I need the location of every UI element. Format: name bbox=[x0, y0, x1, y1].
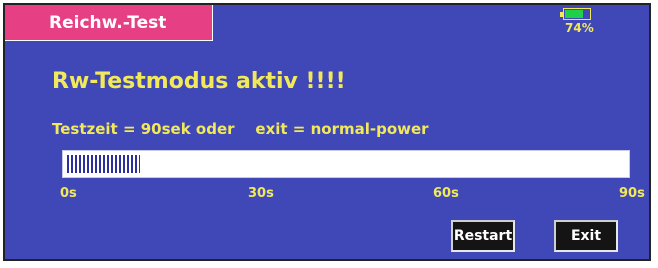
test-info-line: Testzeit = 90sek oder exit = normal-powe… bbox=[52, 120, 429, 138]
progress-label-90s: 90s bbox=[619, 186, 645, 201]
progress-label-30s: 30s bbox=[248, 186, 274, 201]
test-progress-bar bbox=[62, 150, 630, 178]
battery-icon bbox=[560, 8, 591, 20]
exit-info-text: exit = normal-power bbox=[255, 120, 429, 138]
screen-title: Reichw.-Test bbox=[49, 12, 167, 33]
test-progress-fill bbox=[67, 155, 140, 173]
restart-button[interactable]: Restart bbox=[451, 220, 515, 252]
battery-indicator: 74% bbox=[559, 8, 599, 35]
exit-button[interactable]: Exit bbox=[554, 220, 618, 252]
progress-label-0s: 0s bbox=[60, 186, 77, 201]
progress-label-60s: 60s bbox=[433, 186, 459, 201]
battery-level-fill bbox=[565, 10, 583, 18]
battery-terminal bbox=[560, 12, 563, 17]
battery-percent: 74% bbox=[565, 21, 594, 35]
test-time-text: Testzeit = 90sek oder bbox=[52, 120, 235, 138]
range-test-screen: Reichw.-Test 74% Rw-Testmodus aktiv !!!!… bbox=[3, 3, 651, 261]
screen-title-tab: Reichw.-Test bbox=[5, 5, 213, 41]
test-mode-headline: Rw-Testmodus aktiv !!!! bbox=[52, 69, 346, 94]
